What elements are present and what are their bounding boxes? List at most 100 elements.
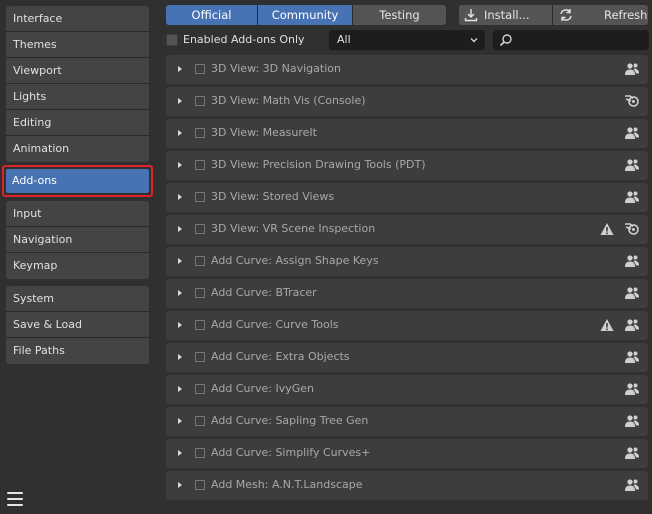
addon-row[interactable]: 3D View: VR Scene Inspection — [166, 215, 648, 244]
disclosure-triangle-icon[interactable] — [176, 417, 184, 425]
disclosure-triangle-icon[interactable] — [176, 225, 184, 233]
disclosure-triangle-icon[interactable] — [176, 129, 184, 137]
disclosure-triangle-icon[interactable] — [176, 321, 184, 329]
community-icon — [624, 478, 640, 495]
disclosure-triangle-icon[interactable] — [176, 289, 184, 297]
addon-row[interactable]: Add Curve: Assign Shape Keys — [166, 247, 648, 276]
addon-enable-checkbox[interactable] — [195, 128, 205, 138]
addon-list: 3D View: 3D Navigation 3D View: Math Vis… — [166, 55, 648, 503]
addon-enable-checkbox[interactable] — [195, 352, 205, 362]
hamburger-icon[interactable] — [7, 492, 23, 506]
category-value: All — [337, 33, 351, 46]
enabled-only-toggle[interactable]: Enabled Add-ons Only — [166, 33, 305, 46]
sidebar-item-navigation[interactable]: Navigation — [6, 227, 149, 253]
addon-row[interactable]: Add Curve: Extra Objects — [166, 343, 648, 372]
addon-name: Add Curve: Sapling Tree Gen — [211, 414, 369, 427]
enabled-only-checkbox[interactable] — [166, 33, 178, 46]
addon-enable-checkbox[interactable] — [195, 224, 205, 234]
search-input[interactable] — [493, 30, 649, 50]
addon-enable-checkbox[interactable] — [195, 384, 205, 394]
addon-enable-checkbox[interactable] — [195, 448, 205, 458]
install-button[interactable]: Install... — [459, 5, 553, 25]
addon-enable-checkbox[interactable] — [195, 480, 205, 490]
sidebar-item-animation[interactable]: Animation — [6, 136, 149, 162]
community-icon — [624, 158, 640, 175]
addons-panel: Official Community Testing Install... Re… — [160, 0, 652, 514]
addon-enable-checkbox[interactable] — [195, 64, 205, 74]
addon-row[interactable]: Add Curve: Sapling Tree Gen — [166, 407, 648, 436]
addon-name: Add Curve: IvyGen — [211, 382, 314, 395]
addon-row[interactable]: Add Curve: IvyGen — [166, 375, 648, 404]
addon-row[interactable]: Add Curve: Simplify Curves+ — [166, 439, 648, 468]
blender-official-icon — [624, 94, 640, 111]
community-icon — [624, 414, 640, 431]
tab-community[interactable]: Community — [258, 5, 353, 25]
nav-group-general: Interface Themes Viewport Lights Editing… — [6, 6, 149, 162]
sidebar-item-lights[interactable]: Lights — [6, 84, 149, 110]
filter-row: Enabled Add-ons Only All — [166, 30, 652, 50]
enabled-only-label: Enabled Add-ons Only — [183, 33, 305, 46]
community-icon — [624, 318, 640, 335]
addon-row[interactable]: Add Curve: BTracer — [166, 279, 648, 308]
addon-enable-checkbox[interactable] — [195, 416, 205, 426]
addon-row[interactable]: Add Mesh: A.N.T.Landscape — [166, 471, 648, 500]
sidebar-item-themes[interactable]: Themes — [6, 32, 149, 58]
sidebar-item-interface[interactable]: Interface — [6, 6, 149, 32]
addon-enable-checkbox[interactable] — [195, 160, 205, 170]
addon-row[interactable]: 3D View: Math Vis (Console) — [166, 87, 648, 116]
disclosure-triangle-icon[interactable] — [176, 97, 184, 105]
sidebar-item-keymap[interactable]: Keymap — [6, 253, 149, 279]
sidebar-item-input[interactable]: Input — [6, 201, 149, 227]
addon-row[interactable]: 3D View: Precision Drawing Tools (PDT) — [166, 151, 648, 180]
refresh-label: Refresh — [604, 8, 648, 22]
community-icon — [624, 254, 640, 271]
addon-name: 3D View: Precision Drawing Tools (PDT) — [211, 158, 426, 171]
disclosure-triangle-icon[interactable] — [176, 193, 184, 201]
disclosure-triangle-icon[interactable] — [176, 161, 184, 169]
addon-name: 3D View: VR Scene Inspection — [211, 222, 376, 235]
nav-group-system: System Save & Load File Paths — [6, 286, 149, 364]
sidebar-item-system[interactable]: System — [6, 286, 149, 312]
disclosure-triangle-icon[interactable] — [176, 481, 184, 489]
disclosure-triangle-icon[interactable] — [176, 65, 184, 73]
sidebar-item-addons[interactable]: Add-ons — [6, 169, 149, 193]
addon-row[interactable]: 3D View: Stored Views — [166, 183, 648, 212]
disclosure-triangle-icon[interactable] — [176, 385, 184, 393]
addon-enable-checkbox[interactable] — [195, 320, 205, 330]
disclosure-triangle-icon[interactable] — [176, 449, 184, 457]
addon-row[interactable]: 3D View: MeasureIt — [166, 119, 648, 148]
community-icon — [624, 126, 640, 143]
category-dropdown[interactable]: All — [329, 30, 485, 50]
addon-row[interactable]: Add Curve: Curve Tools — [166, 311, 648, 340]
warning-icon — [600, 222, 614, 239]
sidebar-item-file-paths[interactable]: File Paths — [6, 338, 149, 364]
addon-name: Add Curve: Curve Tools — [211, 318, 339, 331]
tab-testing[interactable]: Testing — [353, 5, 446, 25]
sidebar-item-addons-highlight: Add-ons — [2, 165, 153, 197]
warning-icon — [600, 318, 614, 335]
sidebar-item-save-load[interactable]: Save & Load — [6, 312, 149, 338]
addon-name: 3D View: Math Vis (Console) — [211, 94, 366, 107]
addon-enable-checkbox[interactable] — [195, 288, 205, 298]
addon-row[interactable]: 3D View: 3D Navigation — [166, 55, 648, 84]
addon-actions: Install... Refresh — [459, 5, 648, 25]
community-icon — [624, 382, 640, 399]
addon-name: Add Curve: Extra Objects — [211, 350, 350, 363]
support-filter-tabs: Official Community Testing — [166, 5, 446, 25]
tab-official[interactable]: Official — [166, 5, 258, 25]
import-icon — [464, 9, 478, 22]
addon-enable-checkbox[interactable] — [195, 256, 205, 266]
refresh-button[interactable]: Refresh — [553, 5, 648, 25]
addon-enable-checkbox[interactable] — [195, 192, 205, 202]
disclosure-triangle-icon[interactable] — [176, 257, 184, 265]
community-icon — [624, 286, 640, 303]
chevron-down-icon — [470, 38, 478, 43]
preferences-sidebar: Interface Themes Viewport Lights Editing… — [0, 0, 155, 514]
community-icon — [624, 350, 640, 367]
search-icon — [499, 34, 512, 47]
sidebar-item-editing[interactable]: Editing — [6, 110, 149, 136]
addon-enable-checkbox[interactable] — [195, 96, 205, 106]
disclosure-triangle-icon[interactable] — [176, 353, 184, 361]
sidebar-item-viewport[interactable]: Viewport — [6, 58, 149, 84]
community-icon — [624, 190, 640, 207]
